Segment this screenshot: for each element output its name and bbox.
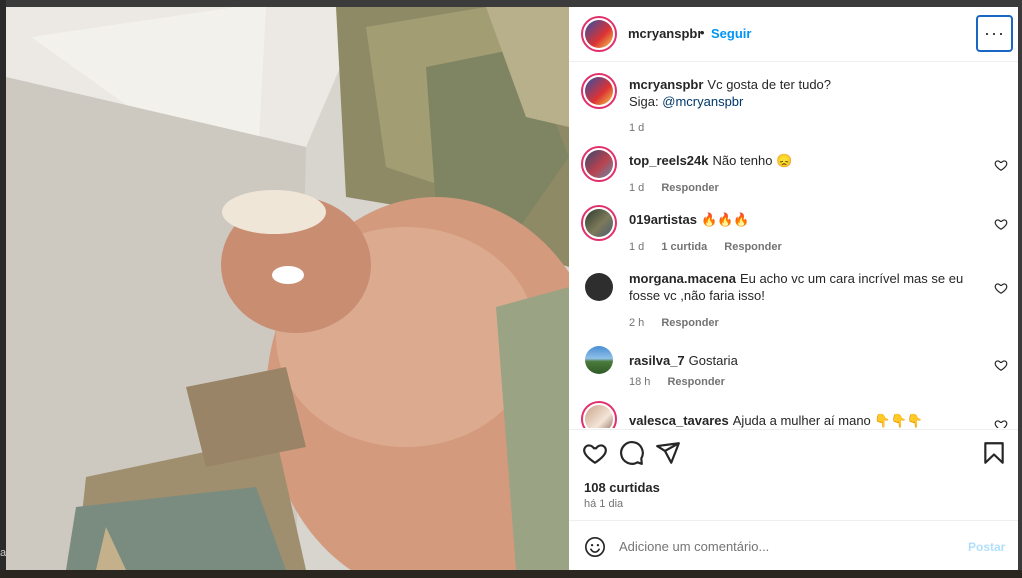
author-avatar[interactable]	[581, 73, 617, 109]
comment-text: morgana.macena Eu acho vc um cara incríve…	[629, 270, 979, 304]
comment-time[interactable]: 2 h	[629, 317, 644, 329]
reply-button[interactable]: Responder	[661, 182, 718, 194]
comment-username[interactable]: rasilva_7	[629, 353, 685, 368]
comment-time[interactable]: 1 d	[629, 241, 644, 253]
caption-prefix: Siga:	[629, 94, 659, 109]
caption-username[interactable]: mcryanspbr	[629, 77, 703, 92]
post-comment-button[interactable]: Postar	[968, 540, 1005, 554]
comment-text: rasilva_7 Gostaria	[629, 352, 979, 369]
instagram-post-modal: a mcryanspbr • Seguir ··· mcryanspbr Vc …	[0, 0, 1022, 578]
comments-list[interactable]: mcryanspbr Vc gosta de ter tudo? Siga: @m…	[569, 63, 1018, 428]
author-username[interactable]: mcryanspbr	[628, 26, 702, 41]
heart-icon[interactable]	[994, 217, 1008, 231]
heart-icon[interactable]	[994, 418, 1008, 428]
share-icon[interactable]	[655, 440, 681, 466]
post-photo-illustration	[6, 7, 569, 570]
comment-username[interactable]: valesca_tavares	[629, 413, 729, 428]
commenter-avatar[interactable]	[581, 146, 617, 182]
comment-username[interactable]: top_reels24k	[629, 153, 709, 168]
reply-button[interactable]: Responder	[667, 376, 724, 388]
comment-meta: 1 d Responder	[629, 182, 733, 194]
comment-body: Gostaria	[688, 353, 738, 368]
comment-text: 019artistas 🔥🔥🔥	[629, 211, 979, 228]
more-options-icon: ···	[984, 23, 1005, 43]
comment-composer: Postar	[569, 520, 1018, 570]
follow-button[interactable]: Seguir	[711, 26, 751, 41]
post-date[interactable]: há 1 dia	[584, 498, 623, 510]
comment-time[interactable]: 18 h	[629, 376, 650, 388]
post-side-panel: mcryanspbr • Seguir ··· mcryanspbr Vc gos…	[569, 7, 1018, 570]
heart-icon[interactable]	[994, 158, 1008, 172]
post-header: mcryanspbr • Seguir ···	[569, 7, 1018, 62]
commenter-avatar[interactable]	[581, 401, 617, 428]
comment-text: valesca_tavares Ajuda a mulher aí mano 👇👇…	[629, 412, 979, 428]
emoji-icon[interactable]	[584, 536, 606, 558]
caption-meta: 1 d	[629, 122, 658, 134]
comment-body: Ajuda a mulher aí mano 👇👇👇	[732, 413, 923, 428]
comment-username[interactable]: 019artistas	[629, 212, 697, 227]
comment-time[interactable]: 1 d	[629, 182, 644, 194]
caption-mention-link[interactable]: @mcryanspbr	[662, 94, 743, 109]
comment-meta: 1 d 1 curtida Responder	[629, 241, 796, 253]
commenter-avatar[interactable]	[581, 342, 617, 378]
comment-username[interactable]: morgana.macena	[629, 271, 736, 286]
comment-icon[interactable]	[619, 440, 645, 466]
heart-icon[interactable]	[994, 281, 1008, 295]
commenter-avatar[interactable]	[581, 269, 617, 305]
comment-body: 🔥🔥🔥	[700, 212, 750, 227]
more-options-button[interactable]: ···	[976, 15, 1013, 52]
reply-button[interactable]: Responder	[724, 241, 781, 253]
heart-icon[interactable]	[994, 358, 1008, 372]
separator-dot: •	[700, 25, 705, 40]
heart-icon[interactable]	[582, 440, 608, 466]
reply-button[interactable]: Responder	[661, 317, 718, 329]
bookmark-icon[interactable]	[981, 440, 1007, 466]
caption-line1: Vc gosta de ter tudo?	[707, 77, 832, 92]
caption-text: mcryanspbr Vc gosta de ter tudo? Siga: @m…	[629, 76, 979, 110]
commenter-avatar[interactable]	[581, 205, 617, 241]
comment-meta: 2 h Responder	[629, 317, 733, 329]
comment-meta: 18 h Responder	[629, 376, 739, 388]
comment-likes[interactable]: 1 curtida	[661, 241, 707, 253]
comment-text: top_reels24k Não tenho 😞	[629, 152, 979, 169]
author-avatar[interactable]	[581, 16, 617, 52]
comment-body: Não tenho 😞	[712, 153, 793, 168]
background-feed-strip	[0, 570, 1022, 578]
post-actions: 108 curtidas há 1 dia	[569, 429, 1018, 517]
likes-count[interactable]: 108 curtidas	[584, 480, 660, 495]
caption-time[interactable]: 1 d	[629, 122, 644, 134]
post-image[interactable]	[6, 7, 569, 570]
comment-input[interactable]	[619, 539, 939, 554]
